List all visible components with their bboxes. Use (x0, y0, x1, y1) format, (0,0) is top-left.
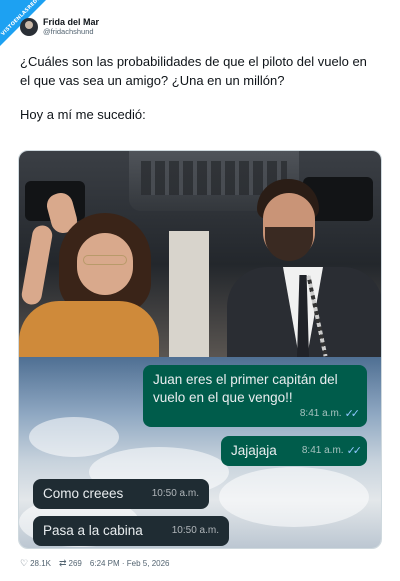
passenger-figure (19, 190, 169, 357)
author-handle[interactable]: @fridachshund (43, 27, 99, 36)
retweet-icon[interactable]: ⇄ (59, 558, 67, 568)
tweet-timestamp[interactable]: 6:24 PM · Feb 5, 2026 (90, 559, 170, 568)
message-meta: 8:41 a.m. ✓✓ (301, 442, 363, 460)
cabin-door (169, 231, 209, 357)
message-time: 10:50 a.m. (151, 488, 199, 499)
chat-message-incoming: Pasa a la cabina 10:50 a.m. (33, 516, 229, 546)
chat-message-outgoing: Juan eres el primer capitán del vuelo en… (143, 365, 367, 427)
message-text: Jajajaja (231, 443, 277, 458)
retweet-stat[interactable]: ⇄ 269 (59, 558, 82, 568)
double-check-icon: ✓✓ (346, 445, 363, 457)
tweet-media[interactable]: Juan eres el primer capitán del vuelo en… (18, 150, 382, 549)
chat-screenshot: Juan eres el primer capitán del vuelo en… (19, 357, 381, 548)
double-check-icon: ✓✓ (344, 408, 361, 420)
message-text: Juan eres el primer capitán del vuelo en… (153, 372, 338, 405)
message-text: Como creees (43, 486, 124, 501)
tweet-paragraph: ¿Cuáles son las probabilidades de que el… (20, 54, 367, 88)
pilot-figure (227, 179, 381, 357)
retweet-count: 269 (68, 558, 82, 568)
like-count: 28.1K (30, 558, 51, 568)
message-text: Pasa a la cabina (43, 523, 143, 538)
tweet-text: ¿Cuáles son las probabilidades de que el… (20, 52, 380, 139)
chat-message-outgoing: Jajajaja 8:41 a.m. ✓✓ (221, 436, 367, 466)
tweet-header: Frida del Mar @fridachshund (20, 14, 99, 40)
message-time: 8:41 a.m. (301, 445, 344, 456)
chat-message-incoming: Como creees 10:50 a.m. (33, 479, 209, 509)
avatar[interactable] (20, 18, 38, 36)
cockpit-photo (19, 151, 381, 357)
message-meta: 8:41 a.m. ✓✓ (299, 405, 361, 423)
message-time: 8:41 a.m. (299, 408, 342, 419)
author-info: Frida del Mar @fridachshund (43, 17, 99, 36)
tweet-paragraph: Hoy a mí me sucedió: (20, 107, 146, 122)
heart-icon[interactable]: ♡ (20, 558, 28, 568)
message-time: 10:50 a.m. (171, 525, 219, 536)
tweet-footer: ♡ 28.1K ⇄ 269 6:24 PM · Feb 5, 2026 (20, 556, 170, 570)
like-stat[interactable]: ♡ 28.1K (20, 558, 51, 568)
